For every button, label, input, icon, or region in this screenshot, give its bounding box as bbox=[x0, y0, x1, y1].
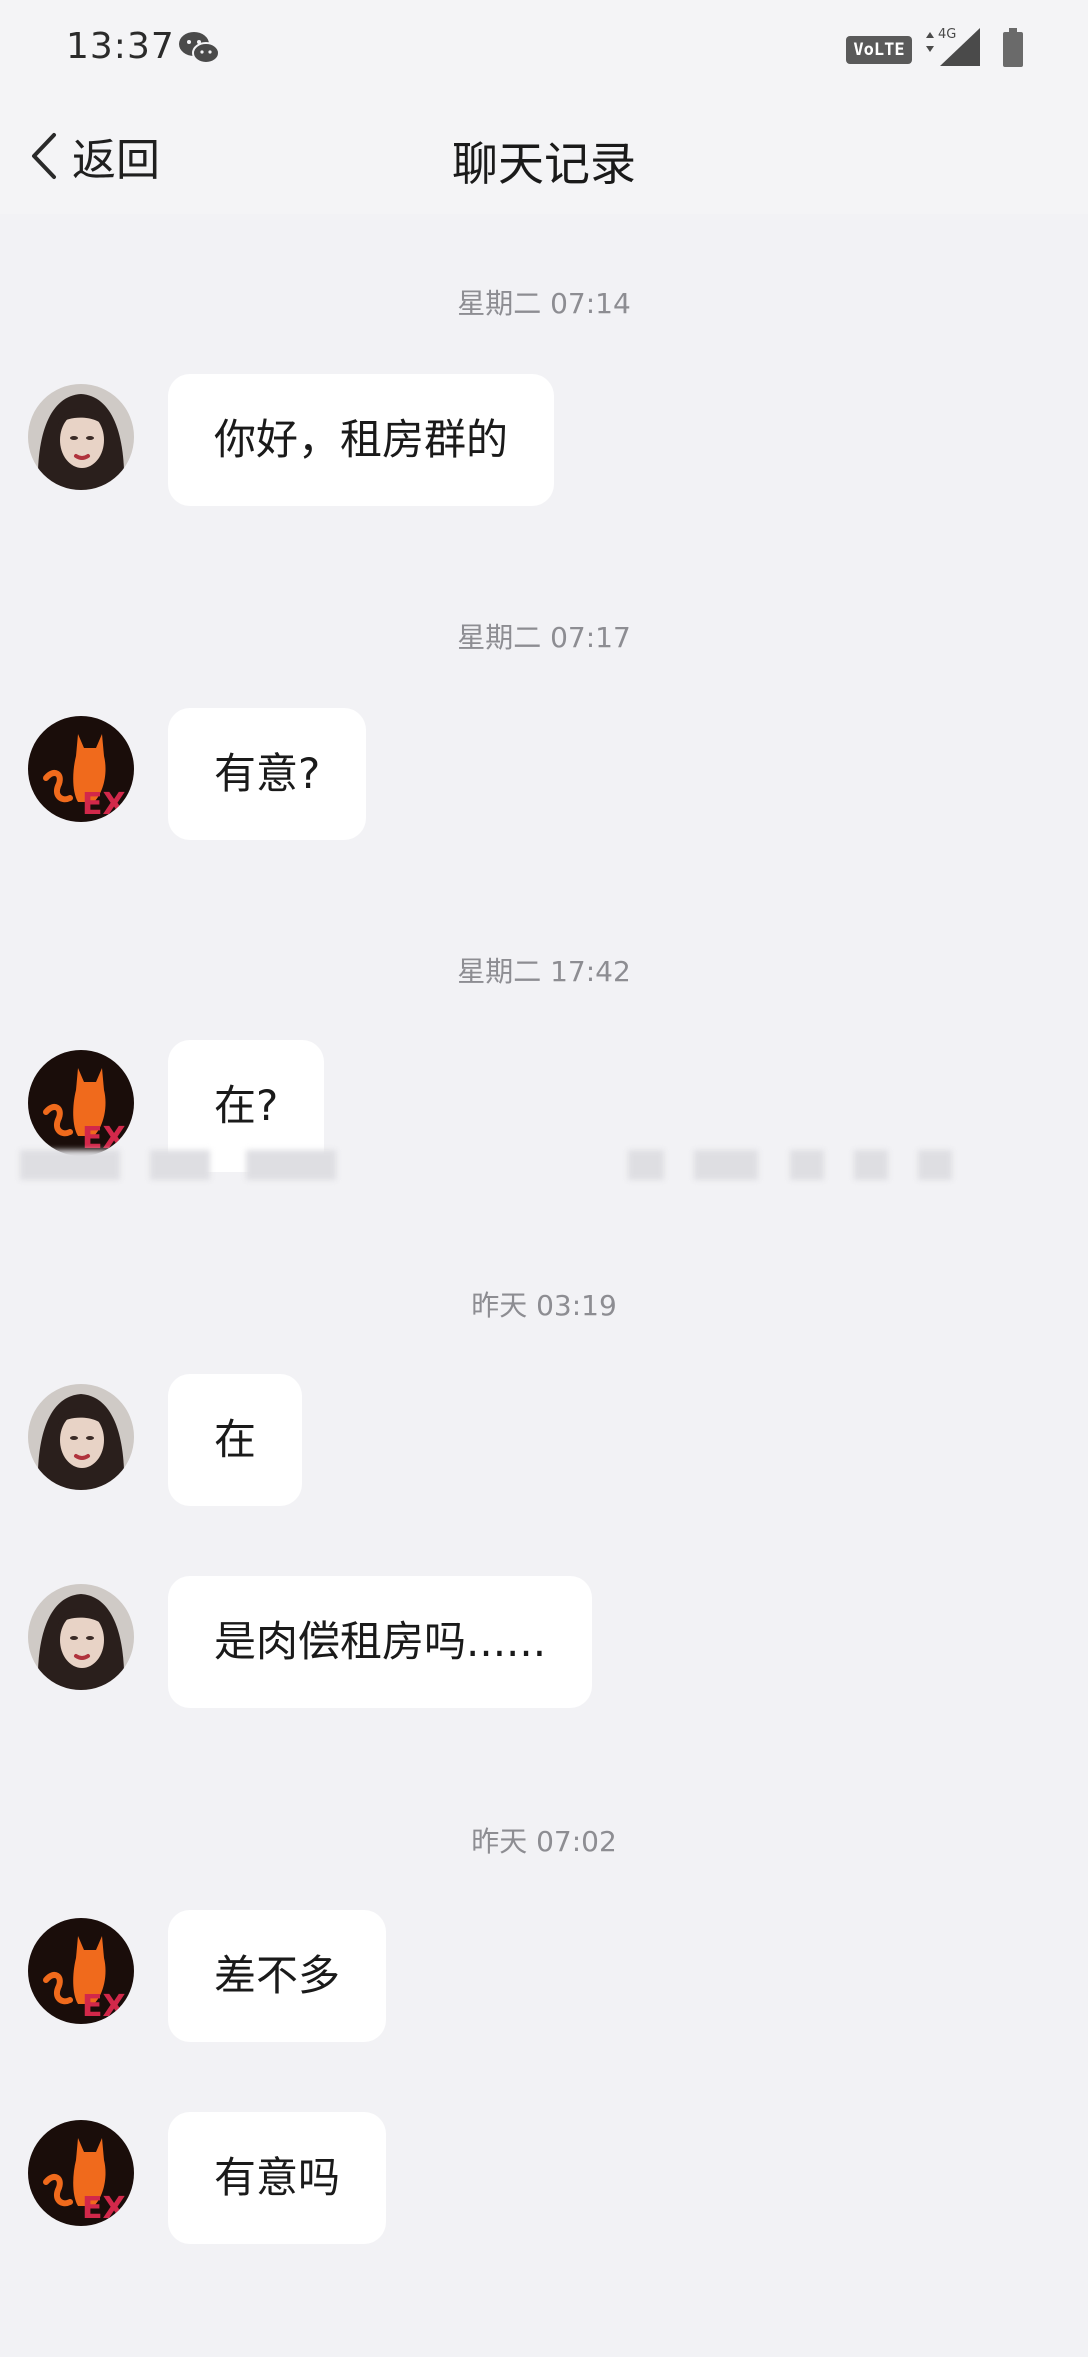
avatar-woman[interactable] bbox=[28, 384, 134, 490]
message-bubble[interactable]: 有意? bbox=[168, 708, 367, 840]
cat-avatar-icon: EX bbox=[28, 2120, 134, 2226]
svg-text:EX: EX bbox=[82, 2191, 126, 2226]
svg-text:EX: EX bbox=[82, 1989, 126, 2024]
svg-text:EX: EX bbox=[82, 787, 126, 822]
avatar-cat[interactable]: EX bbox=[28, 1050, 134, 1156]
timestamp: 星期二 07:14 bbox=[457, 287, 631, 320]
cat-avatar-icon: EX bbox=[28, 716, 134, 822]
nav-bar: 返回 聊天记录 bbox=[0, 96, 1088, 214]
wechat-icon bbox=[179, 32, 220, 64]
signal-icon: 4G bbox=[926, 27, 980, 66]
message-bubble[interactable]: 在 bbox=[168, 1374, 303, 1506]
avatar-woman[interactable] bbox=[28, 1584, 134, 1690]
message-bubble[interactable]: 你好，租房群的 bbox=[168, 374, 555, 506]
cat-avatar-icon: EX bbox=[28, 1050, 134, 1156]
timestamp: 星期二 17:42 bbox=[457, 955, 631, 988]
woman-avatar-icon bbox=[28, 384, 134, 490]
avatar-cat[interactable]: EX bbox=[28, 716, 134, 822]
timestamp: 星期二 07:17 bbox=[457, 621, 631, 654]
redacted-overlay bbox=[0, 1150, 1088, 1186]
avatar-cat[interactable]: EX bbox=[28, 1918, 134, 2024]
status-bar: 13:37 VoLTE 4G bbox=[0, 0, 1088, 96]
cat-avatar-icon: EX bbox=[28, 1918, 134, 2024]
status-time: 13:37 bbox=[66, 26, 175, 67]
battery-icon bbox=[1003, 28, 1023, 67]
avatar-cat[interactable]: EX bbox=[28, 2120, 134, 2226]
page-title: 聊天记录 bbox=[452, 137, 636, 191]
timestamp: 昨天 07:02 bbox=[471, 1825, 617, 1858]
message-bubble[interactable]: 是肉偿租房吗...... bbox=[168, 1576, 593, 1708]
message-bubble[interactable]: 有意吗 bbox=[168, 2112, 387, 2244]
timestamp: 昨天 03:19 bbox=[471, 1289, 617, 1322]
woman-avatar-icon bbox=[28, 1584, 134, 1690]
woman-avatar-icon bbox=[28, 1384, 134, 1490]
volte-badge: VoLTE bbox=[846, 36, 912, 64]
message-bubble[interactable]: 差不多 bbox=[168, 1910, 387, 2042]
avatar-woman[interactable] bbox=[28, 1384, 134, 1490]
network-label: 4G bbox=[938, 27, 956, 42]
